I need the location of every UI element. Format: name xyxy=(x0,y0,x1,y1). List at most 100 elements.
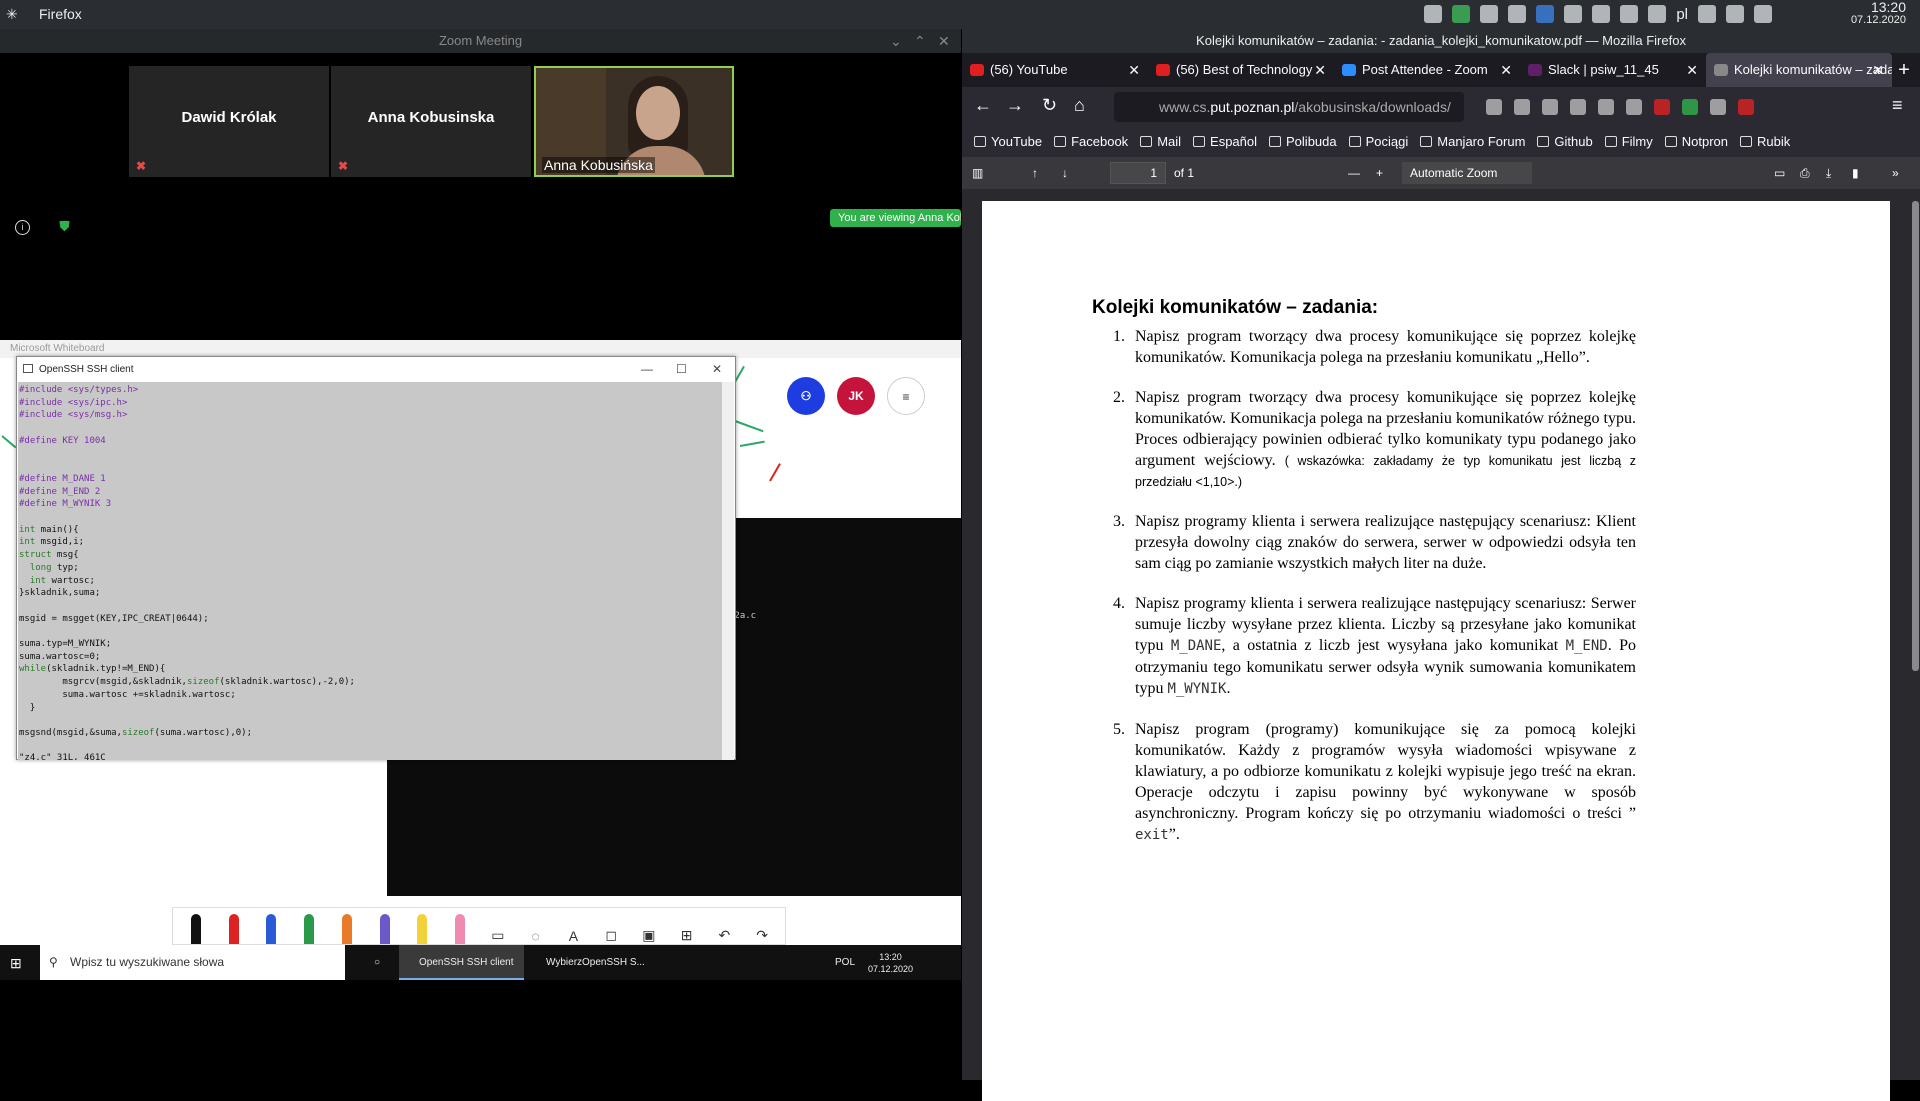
tab-close-icon[interactable]: ✕ xyxy=(1314,53,1326,87)
next-page-icon[interactable]: ↓ xyxy=(1062,157,1068,189)
save-icon[interactable]: ⤓ xyxy=(1826,157,1831,189)
wifi-icon[interactable] xyxy=(1726,5,1744,23)
bookmark-item[interactable]: Rubik xyxy=(1740,127,1790,157)
page-number-input[interactable]: 1 xyxy=(1110,162,1166,184)
bookmark-item[interactable]: YouTube xyxy=(974,127,1042,157)
bookmark-item[interactable]: Facebook xyxy=(1054,127,1128,157)
pen-green-tool[interactable] xyxy=(292,912,326,944)
user-icon[interactable]: ⚇ xyxy=(787,377,825,415)
participant-tile[interactable]: Dawid Królak ✖ xyxy=(129,66,329,177)
security-shield-icon[interactable]: ⛊ xyxy=(57,219,72,235)
search-input[interactable]: ⚲ Wpisz tu wyszukiwane słowa xyxy=(40,945,345,980)
browser-tab[interactable]: Post Attendee - Zoom ✕ xyxy=(1334,53,1520,87)
ublock-icon[interactable] xyxy=(1654,99,1670,115)
meeting-info-icon[interactable]: i xyxy=(15,220,30,235)
clipboard-icon[interactable] xyxy=(1564,5,1583,23)
downloads-icon[interactable] xyxy=(1486,99,1502,115)
close-icon[interactable]: ✕ xyxy=(938,29,950,53)
browser-tab[interactable]: (56) YouTube ✕ xyxy=(962,53,1148,87)
zoom-out-icon[interactable]: — xyxy=(1348,157,1360,189)
forward-icon[interactable]: → xyxy=(1006,95,1024,116)
tab-close-icon[interactable]: ✕ xyxy=(1686,53,1698,87)
minimize-icon[interactable]: ⌄ xyxy=(890,29,902,53)
tab-close-icon[interactable]: ✕ xyxy=(1500,53,1512,87)
code-editor[interactable]: #include <sys/types.h> #include <sys/ipc.… xyxy=(18,382,723,760)
tools-icon[interactable]: » xyxy=(1892,157,1899,189)
zoom-tray-icon[interactable] xyxy=(1536,5,1555,23)
volume-icon[interactable] xyxy=(1592,5,1611,23)
app-launcher-icon[interactable]: ✳ xyxy=(6,6,22,22)
browser-tab[interactable]: Kolejki komunikatów – zadania✕ xyxy=(1706,53,1892,87)
browser-tab[interactable]: (56) Best of Technology ✕ xyxy=(1148,53,1334,87)
menu-icon[interactable]: ≡ xyxy=(887,377,925,415)
pause-icon[interactable] xyxy=(1480,5,1499,23)
zoom-in-icon[interactable]: + xyxy=(1376,157,1383,189)
taskbar-ssh-client[interactable]: OpenSSH SSH client xyxy=(399,945,524,980)
input-language[interactable]: POL xyxy=(835,957,855,968)
browser-tab[interactable]: Slack | psiw_11_45 ✕ xyxy=(1520,53,1706,87)
print-icon[interactable]: ⎙ xyxy=(1800,157,1810,189)
maximize-icon[interactable]: ⌃ xyxy=(914,29,926,53)
manjaro-icon[interactable] xyxy=(1452,5,1471,23)
bookmark-item[interactable]: Pociągi xyxy=(1348,127,1408,157)
presentation-icon[interactable]: ▭ xyxy=(1774,157,1785,189)
ssh-client-window[interactable]: OpenSSH SSH client — ☐ ✕ #include <sys/t… xyxy=(16,356,736,760)
text-icon[interactable]: A xyxy=(557,912,591,944)
bookmark-item[interactable]: Español xyxy=(1193,127,1257,157)
extension-icon[interactable] xyxy=(1710,99,1726,115)
previous-page-icon[interactable]: ↑ xyxy=(1032,157,1038,189)
home-icon[interactable]: ⌂ xyxy=(1074,95,1085,116)
add-icon[interactable]: ⊞ xyxy=(670,912,704,944)
taskbar-openssh-select[interactable]: WybierzOpenSSH S... xyxy=(526,945,676,980)
sidebar-toggle-icon[interactable]: ▥ xyxy=(972,157,983,189)
bookmark-item[interactable]: Polibuda xyxy=(1269,127,1337,157)
redo-icon[interactable]: ↷ xyxy=(745,912,779,944)
extension-icon[interactable] xyxy=(1598,99,1614,115)
bookmark-item[interactable]: Manjaro Forum xyxy=(1420,127,1525,157)
tab-close-icon[interactable]: ✕ xyxy=(1872,53,1884,87)
shield-icon[interactable] xyxy=(1508,5,1527,23)
scrollbar-thumb[interactable] xyxy=(1912,201,1919,671)
tab-close-icon[interactable]: ✕ xyxy=(1128,53,1140,87)
shape-icon[interactable]: ◻ xyxy=(594,912,628,944)
new-tab-button[interactable]: + xyxy=(1892,53,1916,87)
maximize-icon[interactable]: ☐ xyxy=(676,357,687,382)
back-icon[interactable]: ← xyxy=(974,95,992,116)
ruler-icon[interactable]: ▭ xyxy=(481,912,515,944)
undo-icon[interactable]: ↶ xyxy=(708,912,742,944)
cortana-icon[interactable]: ○ xyxy=(354,945,394,980)
avatar[interactable]: JK xyxy=(837,377,875,415)
scrollbar[interactable] xyxy=(722,382,734,760)
participant-tile[interactable]: Anna Kobusinska ✖ xyxy=(331,66,531,177)
highlighter-tool[interactable] xyxy=(406,912,440,944)
keyboard-layout[interactable]: pl xyxy=(1676,6,1688,23)
eraser-tool[interactable] xyxy=(443,912,477,944)
bookmark-icon[interactable]: ▮ xyxy=(1852,157,1859,189)
windows-start-icon[interactable]: ⊞ xyxy=(10,955,25,971)
battery-icon[interactable] xyxy=(1620,5,1639,23)
extension-icon[interactable] xyxy=(1682,99,1698,115)
clock[interactable]: 13:20 07.12.2020 xyxy=(1851,0,1906,27)
image-icon[interactable]: ▣ xyxy=(632,912,666,944)
close-icon[interactable]: ✕ xyxy=(712,357,722,382)
bookmark-item[interactable]: Mail xyxy=(1140,127,1181,157)
scrollbar[interactable] xyxy=(1910,189,1920,1080)
pen-red-tool[interactable] xyxy=(217,912,251,944)
bluetooth-icon[interactable] xyxy=(1648,5,1667,23)
url-bar[interactable]: www.cs.put.poznan.pl/akobusinska/downloa… xyxy=(1114,92,1464,122)
windows-clock[interactable]: 13:20 07.12.2020 xyxy=(868,951,913,975)
extension-icon[interactable] xyxy=(1626,99,1642,115)
bookmark-item[interactable]: Github xyxy=(1537,127,1593,157)
pen-black-tool[interactable] xyxy=(179,912,213,944)
participant-video-tile[interactable]: Anna Kobusińska xyxy=(534,66,734,177)
extension-icon[interactable] xyxy=(1738,99,1754,115)
library-icon[interactable] xyxy=(1514,99,1530,115)
bookmark-item[interactable]: Filmy xyxy=(1604,127,1653,157)
pen-galaxy-tool[interactable] xyxy=(368,912,402,944)
bookmark-item[interactable]: Notpron xyxy=(1664,127,1728,157)
discord-icon[interactable] xyxy=(1424,5,1443,23)
minimize-icon[interactable]: — xyxy=(641,357,653,382)
viewing-banner[interactable]: You are viewing Anna Kobusińska's screen xyxy=(830,209,961,227)
pen-rainbow-tool[interactable] xyxy=(330,912,364,944)
pen-blue-tool[interactable] xyxy=(255,912,289,944)
